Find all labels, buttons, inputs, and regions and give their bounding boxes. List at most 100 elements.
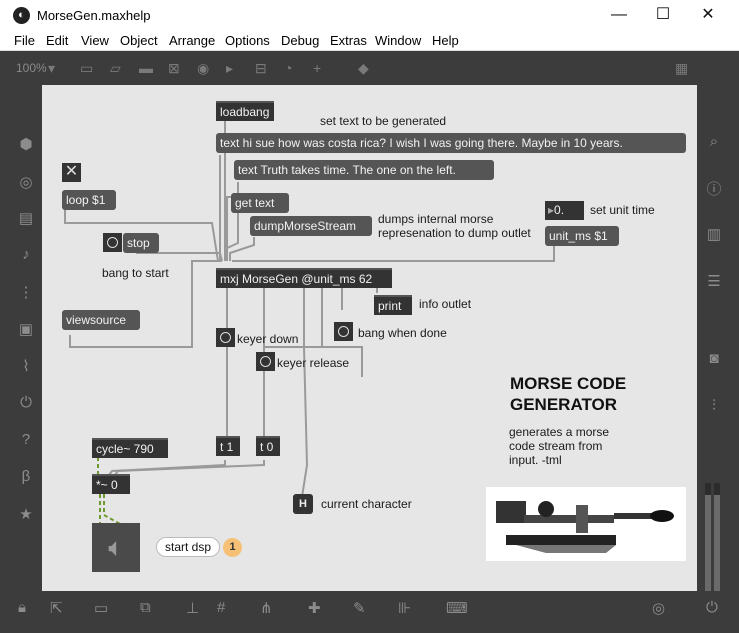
piano-icon[interactable]: ⊪ xyxy=(398,599,411,617)
add-plus-icon[interactable]: ✚ xyxy=(308,599,321,617)
stop-message[interactable]: stop xyxy=(123,233,159,253)
button-icon[interactable]: ◉ xyxy=(197,60,209,77)
start-dsp-bubble[interactable]: start dsp xyxy=(156,537,220,557)
slider-icon[interactable]: ⊟ xyxy=(255,60,267,77)
heading-line-1: MORSE CODE xyxy=(510,374,627,393)
menu-help[interactable]: Help xyxy=(432,33,459,48)
unit-time-numbox[interactable]: ▸0. xyxy=(545,201,584,220)
left-sidebar: ⬢ ◎ ▤ ♪ ⋮ ▣ ⌇ ⏻ ? β ★ xyxy=(8,85,42,593)
desc-line-1: generates a morse xyxy=(509,425,610,439)
camera-icon[interactable]: ◙ xyxy=(705,350,723,367)
plug-icon[interactable]: ⏻ xyxy=(17,394,35,411)
menu-file[interactable]: File xyxy=(14,33,35,48)
zoom-level[interactable]: 100% xyxy=(16,61,47,75)
max-app-icon: ◐ xyxy=(13,7,30,24)
dump-morse-message[interactable]: dumpMorseStream xyxy=(250,216,372,236)
paperclip-icon[interactable]: ⌇ xyxy=(17,357,35,375)
viewsource-message[interactable]: viewsource xyxy=(62,310,140,330)
presentation-icon[interactable]: ▭ xyxy=(94,599,108,617)
audio-icon[interactable]: ◎ xyxy=(652,599,665,617)
book-icon[interactable]: ▥ xyxy=(705,225,723,243)
right-sidebar: ⌕ ⓘ ▥ ☰ ◙ ⫶ xyxy=(697,85,731,593)
edit-icon[interactable]: ⇱ xyxy=(50,599,63,617)
object-box-icon[interactable]: ▭ xyxy=(80,60,93,77)
wrench-icon[interactable]: ✎ xyxy=(353,599,366,617)
toggle-icon[interactable]: ⊠ xyxy=(168,60,180,77)
mixer-icon[interactable]: ⫶ xyxy=(705,397,723,414)
title-bar: ◐ MorseGen.maxhelp — ☐ ✕ xyxy=(0,0,739,31)
heading-line-2: GENERATOR xyxy=(510,395,618,414)
t1-object[interactable]: t 1 xyxy=(216,436,240,456)
message-box-icon[interactable]: ▱ xyxy=(110,60,121,77)
current-character-display: H xyxy=(293,494,313,514)
minimize-icon[interactable]: — xyxy=(597,4,641,28)
cycle-object[interactable]: cycle~ 790 xyxy=(92,438,168,458)
menu-options[interactable]: Options xyxy=(225,33,270,48)
power-icon[interactable]: ⏻ xyxy=(706,599,718,616)
layers-icon[interactable]: ⧉ xyxy=(140,599,151,616)
align-icon[interactable]: ⊥ xyxy=(186,599,199,617)
t0-object[interactable]: t 0 xyxy=(256,436,280,456)
paint-bucket-icon[interactable]: ◆ xyxy=(358,60,369,77)
star-icon[interactable]: ★ xyxy=(17,505,35,523)
set-text-comment: set text to be generated xyxy=(320,114,447,128)
beta-icon[interactable]: β xyxy=(17,468,35,485)
patch-description: generates a morse code stream from input… xyxy=(509,425,609,467)
search-icon[interactable]: ⌕ xyxy=(705,133,723,150)
start-bang[interactable] xyxy=(103,233,122,252)
menu-debug[interactable]: Debug xyxy=(281,33,319,48)
menu-arrange[interactable]: Arrange xyxy=(169,33,215,48)
speaker-icon[interactable]: 🔈︎ xyxy=(92,523,140,572)
menu-edit[interactable]: Edit xyxy=(46,33,68,48)
set-unit-comment: set unit time xyxy=(590,203,655,217)
maximize-icon[interactable]: ☐ xyxy=(641,4,685,28)
bang-when-done-comment: bang when done xyxy=(358,326,447,340)
patcher-toolbar: 100% ▾ ▭ ▱ ▬ ⊠ ◉ ▸ ⊟ ◔ + ◆ ▦ xyxy=(0,52,739,85)
cube-icon[interactable]: ⬢ xyxy=(17,135,35,153)
info-icon[interactable]: ⓘ xyxy=(705,178,723,199)
menu-extras[interactable]: Extras xyxy=(330,33,367,48)
loop-message[interactable]: loop $1 xyxy=(62,190,116,210)
add-object-icon[interactable]: + xyxy=(313,60,321,76)
question-icon[interactable]: ? xyxy=(17,431,35,448)
menu-view[interactable]: View xyxy=(81,33,109,48)
sliders-icon[interactable]: ⋮ xyxy=(17,283,35,301)
comment-icon[interactable]: ▬ xyxy=(139,60,153,76)
unit-ms-message[interactable]: unit_ms $1 xyxy=(545,226,619,246)
done-bang[interactable] xyxy=(334,322,353,341)
window-title: MorseGen.maxhelp xyxy=(37,8,151,23)
text-message-2[interactable]: text Truth takes time. The one on the le… xyxy=(234,160,494,180)
keyer-release-comment: keyer release xyxy=(277,356,350,370)
get-text-message[interactable]: get text xyxy=(231,193,289,213)
mxj-morsegen-object[interactable]: mxj MorseGen @unit_ms 62 xyxy=(216,268,392,288)
desc-line-3: input. -tml xyxy=(509,453,562,467)
close-icon[interactable]: ✕ xyxy=(686,4,730,28)
max-window: ◐ MorseGen.maxhelp — ☐ ✕ File Edit View … xyxy=(0,0,739,633)
menu-window[interactable]: Window xyxy=(375,33,421,48)
loop-toggle[interactable]: ✕ xyxy=(62,163,81,182)
lock-icon[interactable]: 🔒︎ xyxy=(18,599,26,616)
image-icon[interactable]: ▣ xyxy=(17,320,35,338)
print-object[interactable]: print xyxy=(374,295,412,315)
keyboard-icon[interactable]: ⌨︎ xyxy=(446,599,468,617)
number-icon[interactable]: ▸ xyxy=(226,60,233,77)
keyer-release-bang[interactable] xyxy=(256,352,275,371)
film-icon[interactable]: ▤ xyxy=(17,209,35,227)
loadbang-object[interactable]: loadbang xyxy=(216,101,274,121)
list-icon[interactable]: ☰ xyxy=(705,272,723,290)
patcher-canvas[interactable]: loadbang set text to be generated text h… xyxy=(42,85,697,591)
right-edge xyxy=(731,52,739,633)
hierarchy-icon[interactable]: ⋔ xyxy=(260,599,273,617)
text-message-1[interactable]: text hi sue how was costa rica? I wish I… xyxy=(216,133,686,153)
target-icon[interactable]: ◎ xyxy=(17,173,35,191)
patch-heading: MORSE CODE GENERATOR xyxy=(510,373,626,415)
chevron-down-icon[interactable]: ▾ xyxy=(48,60,55,77)
grid-view-icon[interactable]: ▦ xyxy=(675,60,688,77)
level-meter xyxy=(705,483,720,591)
multiply-signal-object[interactable]: *~ 0 xyxy=(92,474,130,494)
music-note-icon[interactable]: ♪ xyxy=(17,246,35,263)
keyer-down-bang[interactable] xyxy=(216,328,235,347)
dial-icon[interactable]: ◔ xyxy=(284,60,292,76)
menu-object[interactable]: Object xyxy=(120,33,158,48)
grid-icon[interactable]: # xyxy=(217,599,225,616)
